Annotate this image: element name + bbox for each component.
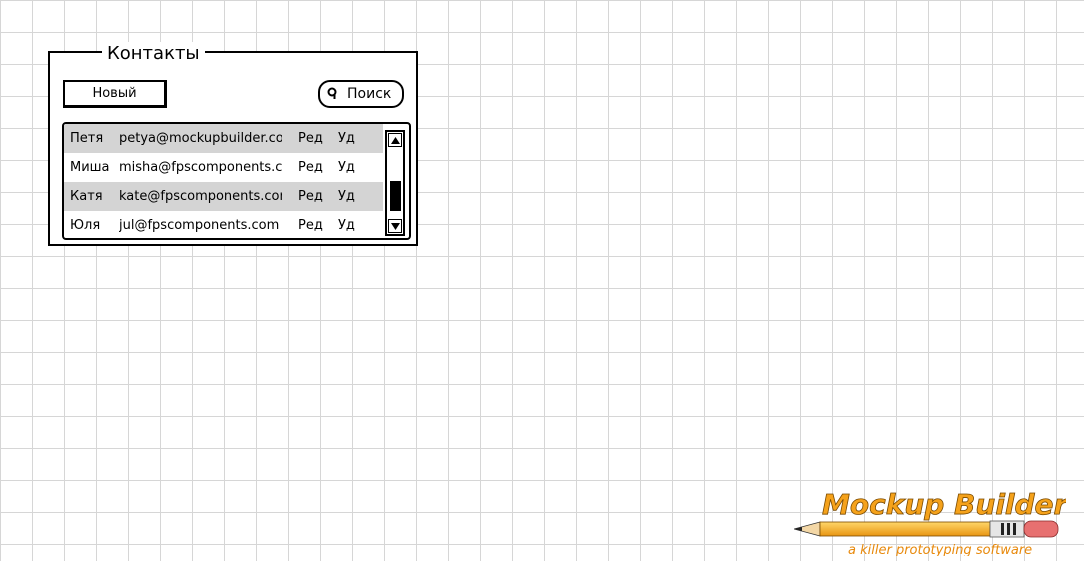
contact-name: Петя — [70, 131, 104, 146]
contact-name: Юля — [70, 218, 101, 233]
logo-wordmark: Mockup Builder — [822, 488, 1066, 521]
scroll-down-icon[interactable] — [388, 219, 402, 233]
scrollbar-thumb[interactable] — [390, 181, 401, 211]
contact-email: misha@fpscomponents.com — [119, 160, 282, 175]
new-contact-button[interactable]: Новый — [63, 80, 167, 108]
edit-link[interactable]: Ред — [298, 124, 328, 153]
contact-email: kate@fpscomponents.com — [119, 189, 282, 204]
table-row: Юля jul@fpscomponents.com Ред Уд — [64, 211, 383, 238]
panel-title: Контакты — [102, 42, 205, 66]
logo-tagline: a killer prototyping software — [848, 543, 1032, 556]
delete-link[interactable]: Уд — [338, 124, 368, 153]
delete-link[interactable]: Уд — [338, 153, 368, 182]
delete-link[interactable]: Уд — [338, 211, 368, 238]
contact-name: Катя — [70, 189, 103, 204]
contact-name: Миша — [70, 160, 110, 175]
table-row: Петя petya@mockupbuilder.com Ред Уд — [64, 124, 383, 153]
search-input[interactable] — [347, 86, 405, 102]
contact-email: jul@fpscomponents.com — [119, 218, 280, 233]
edit-link[interactable]: Ред — [298, 153, 328, 182]
edit-link[interactable]: Ред — [298, 211, 328, 238]
mockup-builder-logo: Mockup Builder a killer prototyping soft… — [794, 488, 1066, 556]
search-icon — [325, 86, 341, 102]
delete-link[interactable]: Уд — [338, 182, 368, 211]
table-row: Миша misha@fpscomponents.com Ред Уд — [64, 153, 383, 182]
scroll-up-icon[interactable] — [388, 133, 402, 147]
search-box[interactable] — [318, 80, 405, 108]
vertical-scrollbar[interactable] — [385, 130, 405, 236]
contact-email: petya@mockupbuilder.com — [119, 131, 282, 146]
contacts-table: Петя petya@mockupbuilder.com Ред Уд Миша… — [62, 122, 411, 240]
edit-link[interactable]: Ред — [298, 182, 328, 211]
table-row: Катя kate@fpscomponents.com Ред Уд — [64, 182, 383, 211]
